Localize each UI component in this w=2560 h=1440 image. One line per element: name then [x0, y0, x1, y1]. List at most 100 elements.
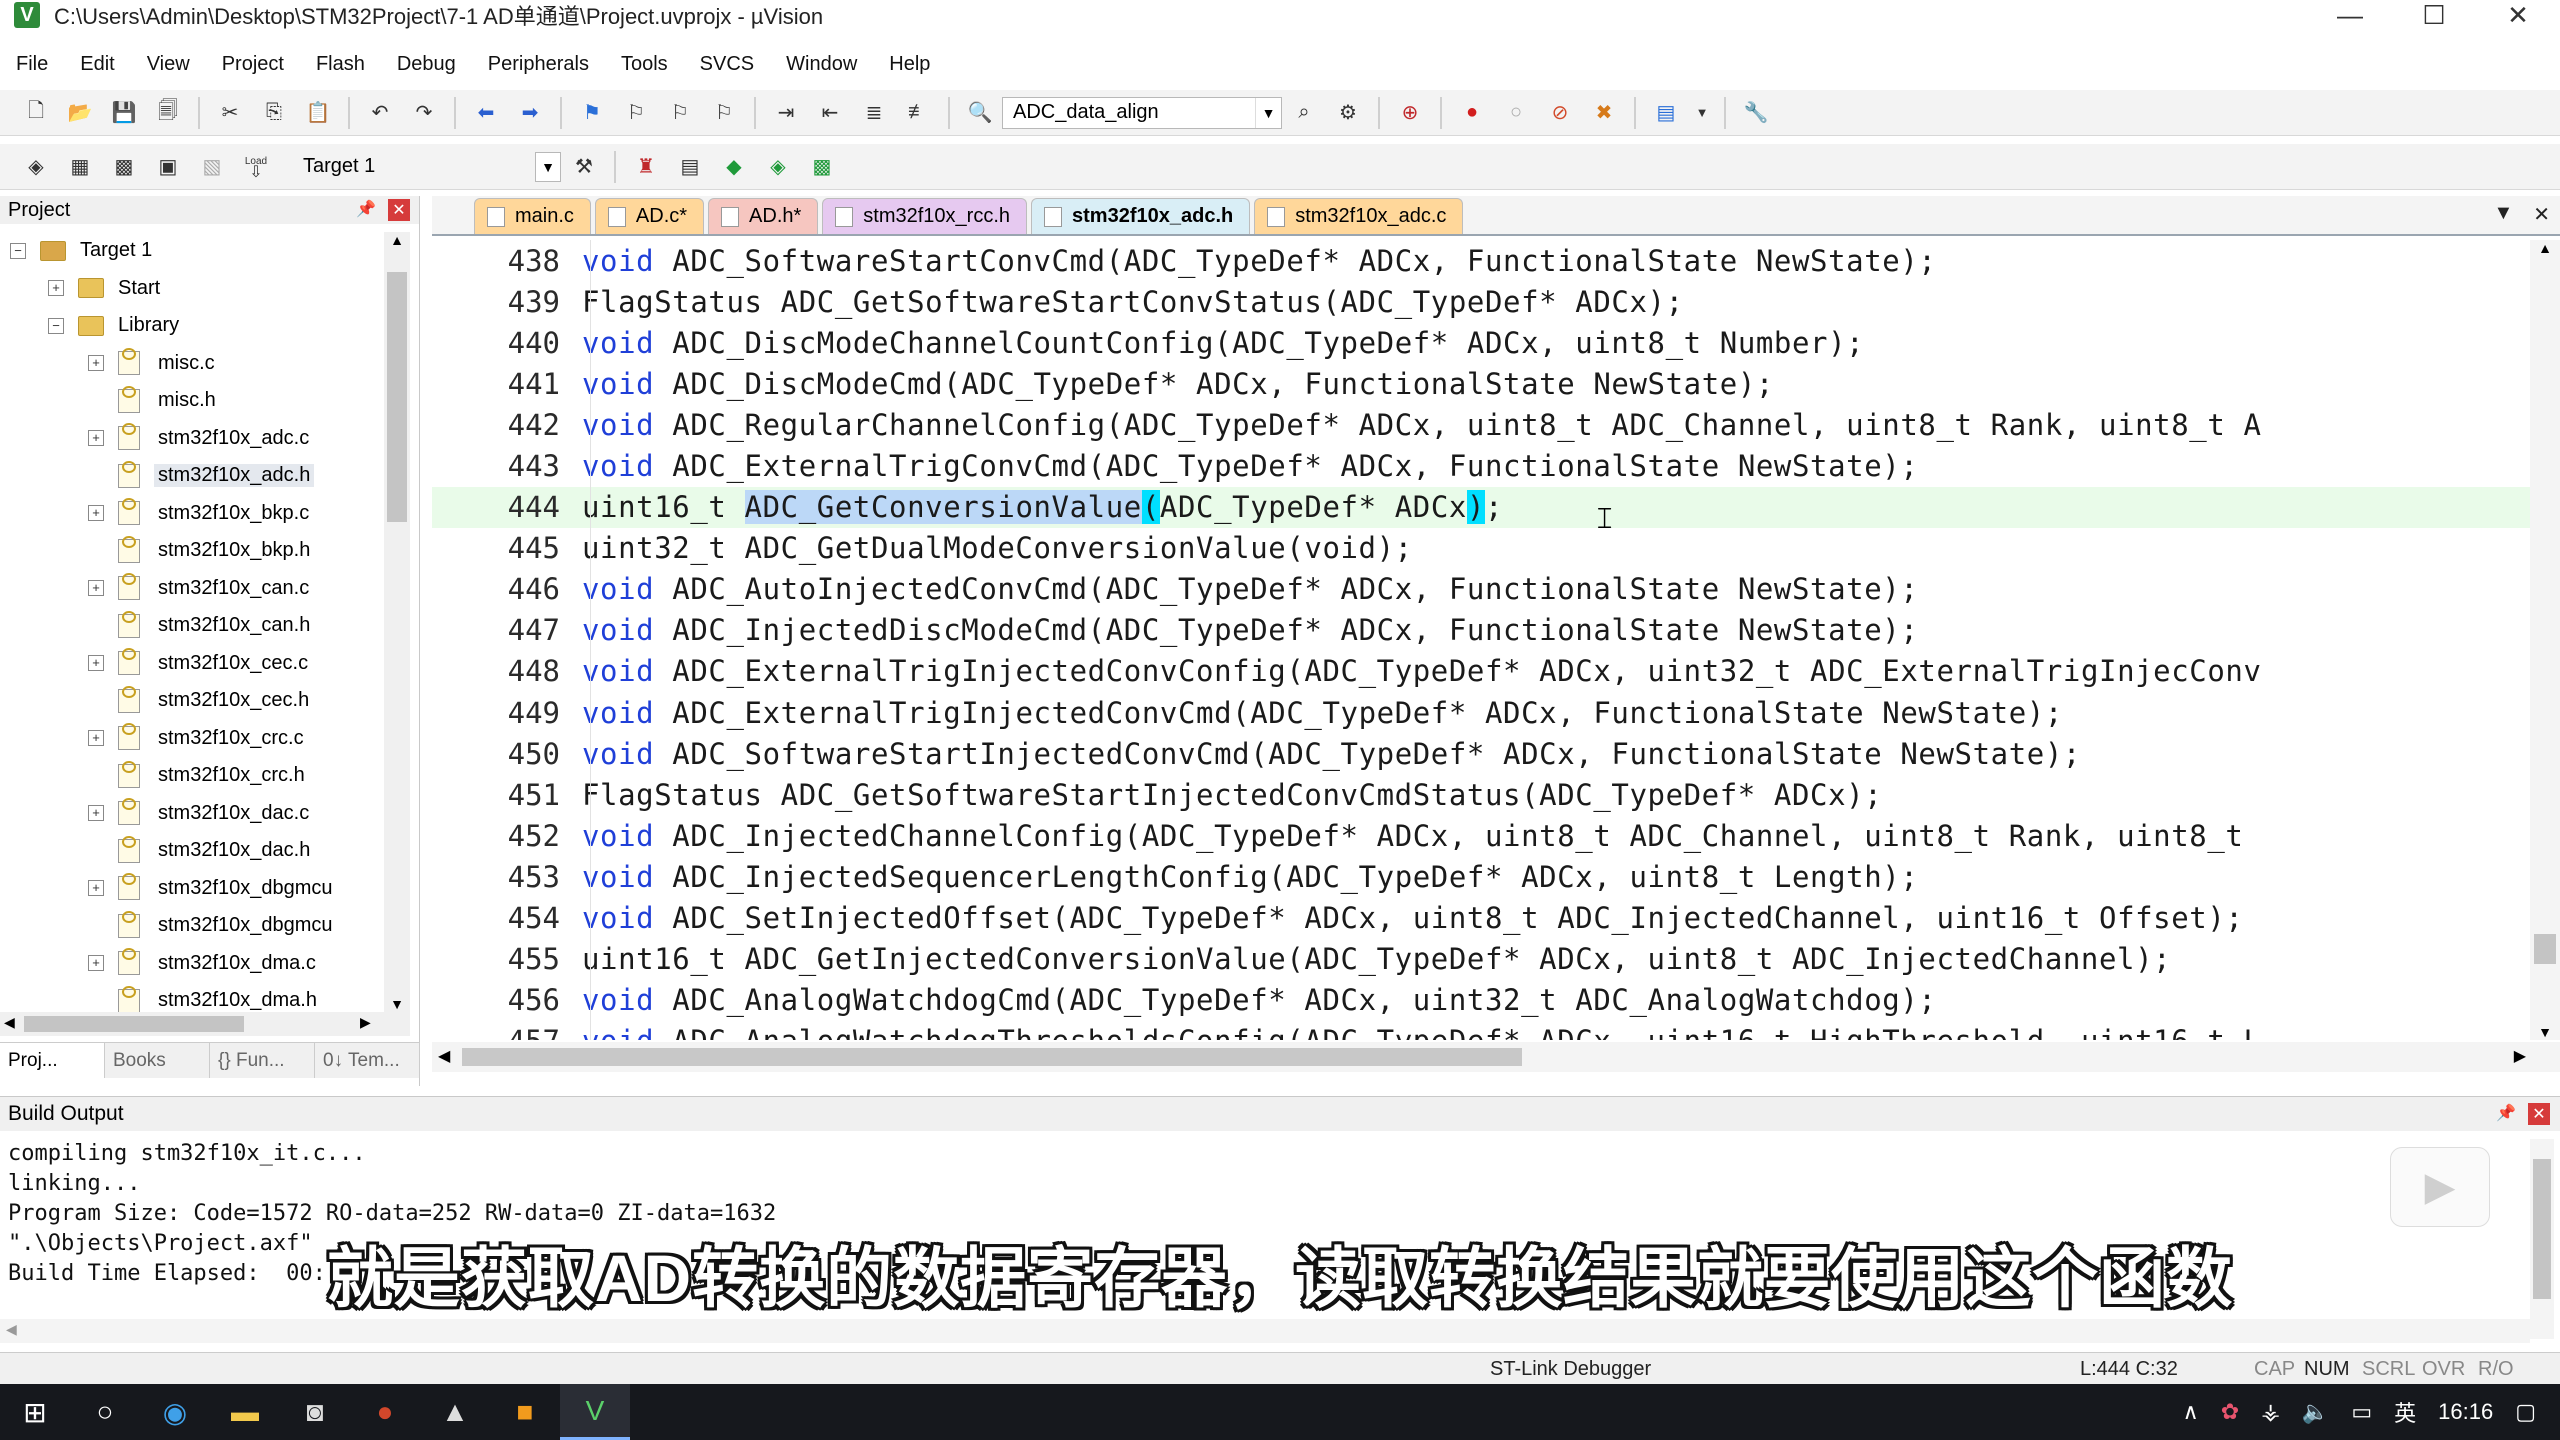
- chevron-down-icon[interactable]: ▼: [1693, 96, 1711, 130]
- editor-tab[interactable]: stm32f10x_adc.c: [1254, 198, 1464, 234]
- code-line[interactable]: 439 FlagStatus ADC_GetSoftwareStartConvSt…: [432, 281, 2530, 322]
- tree-item[interactable]: + misc.c: [0, 345, 400, 383]
- menu-svcs[interactable]: SVCS: [684, 53, 770, 76]
- code-line[interactable]: 443 void ADC_ExternalTrigConvCmd(ADC_Type…: [432, 445, 2530, 486]
- tree-item[interactable]: stm32f10x_cec.h: [0, 682, 400, 720]
- debug-session-icon[interactable]: ⊕: [1393, 96, 1427, 130]
- pin-icon[interactable]: 📌: [356, 199, 376, 219]
- menu-project[interactable]: Project: [206, 53, 300, 76]
- scrollbar-thumb[interactable]: [387, 272, 407, 522]
- expand-icon[interactable]: +: [88, 655, 104, 672]
- tree-item[interactable]: + stm32f10x_adc.c: [0, 420, 400, 458]
- tree-item[interactable]: stm32f10x_bkp.h: [0, 532, 400, 570]
- app-icon[interactable]: ◙: [280, 1384, 350, 1440]
- menu-debug[interactable]: Debug: [381, 53, 472, 76]
- find-icon[interactable]: ⌕: [1287, 96, 1321, 130]
- bookmark-next-icon[interactable]: ⚐: [663, 96, 697, 130]
- close-icon[interactable]: ✕: [388, 199, 410, 221]
- editor-hscrollbar[interactable]: ◀ ▶: [432, 1042, 2560, 1072]
- indent-icon[interactable]: ⇥: [769, 96, 803, 130]
- editor-tab[interactable]: AD.h*: [708, 198, 819, 234]
- code-line[interactable]: 451 FlagStatus ADC_GetSoftwareStartInject…: [432, 774, 2530, 815]
- scroll-left-icon[interactable]: ◀: [6, 1321, 17, 1338]
- sublime-text-icon[interactable]: ■: [490, 1384, 560, 1440]
- project-tree-vscrollbar[interactable]: ▲ ▼: [384, 232, 410, 1012]
- breakpoint-insert-icon[interactable]: ●: [1455, 96, 1489, 130]
- scroll-right-icon[interactable]: ▶: [2514, 1046, 2526, 1066]
- expand-icon[interactable]: +: [88, 430, 104, 447]
- tree-item[interactable]: + Start: [0, 270, 400, 308]
- code-line[interactable]: 440 void ADC_DiscModeChannelCountConfig(A…: [432, 322, 2530, 363]
- tree-item[interactable]: + stm32f10x_cec.c: [0, 645, 400, 683]
- uncomment-icon[interactable]: ≢: [901, 96, 935, 130]
- menu-file[interactable]: File: [0, 53, 64, 76]
- scroll-down-icon[interactable]: ▼: [384, 996, 410, 1012]
- collapse-icon[interactable]: −: [48, 317, 64, 334]
- expand-icon[interactable]: +: [88, 505, 104, 522]
- editor-tab[interactable]: AD.c*: [594, 198, 705, 234]
- scroll-left-icon[interactable]: ◀: [4, 1014, 15, 1031]
- expand-icon[interactable]: +: [88, 730, 104, 747]
- build-output-hscrollbar[interactable]: ◀: [0, 1319, 2530, 1343]
- bookmark-insert-icon[interactable]: ⚑: [575, 96, 609, 130]
- tree-item[interactable]: stm32f10x_dbgmcu: [0, 907, 400, 945]
- breakpoint-kill-all-icon[interactable]: ✖: [1587, 96, 1621, 130]
- scroll-left-icon[interactable]: ◀: [438, 1046, 450, 1066]
- play-icon[interactable]: ▶: [2390, 1147, 2490, 1227]
- code-line[interactable]: 457void ADC_AnalogWatchdogThresholdsConf…: [432, 1021, 2530, 1040]
- expand-icon[interactable]: +: [48, 280, 64, 297]
- redo-icon[interactable]: ↷: [407, 96, 441, 130]
- wifi-icon[interactable]: ⚶: [2261, 1399, 2280, 1425]
- incremental-find-icon[interactable]: ⚙: [1331, 96, 1365, 130]
- menu-tools[interactable]: Tools: [605, 53, 684, 76]
- paste-icon[interactable]: 📋: [301, 96, 335, 130]
- chevron-down-icon[interactable]: ▼: [1255, 97, 1281, 128]
- code-line[interactable]: 447 void ADC_InjectedDiscModeCmd(ADC_Type…: [432, 610, 2530, 651]
- tree-item[interactable]: + stm32f10x_dbgmcu: [0, 870, 400, 908]
- tree-item[interactable]: misc.h: [0, 382, 400, 420]
- code-line[interactable]: 453 void ADC_InjectedSequencerLengthConfi…: [432, 856, 2530, 897]
- photos-icon[interactable]: ▲: [420, 1384, 490, 1440]
- menu-peripherals[interactable]: Peripherals: [472, 53, 605, 76]
- manage-project-items-icon[interactable]: ♜: [629, 150, 663, 184]
- scrollbar-thumb[interactable]: [24, 1016, 244, 1032]
- save-icon[interactable]: 💾: [107, 96, 141, 130]
- scroll-right-icon[interactable]: ▶: [360, 1014, 371, 1031]
- code-line[interactable]: 441 void ADC_DiscModeCmd(ADC_TypeDef* ADC…: [432, 363, 2530, 404]
- code-line[interactable]: 450 void ADC_SoftwareStartInjectedConvCmd…: [432, 733, 2530, 774]
- menu-flash[interactable]: Flash: [300, 53, 381, 76]
- target-select[interactable]: Target 1 ▼: [292, 151, 562, 183]
- tree-item[interactable]: + stm32f10x_dma.c: [0, 945, 400, 983]
- volume-icon[interactable]: 🔈: [2302, 1399, 2329, 1425]
- save-all-icon[interactable]: 🗐: [151, 96, 185, 130]
- search-icon[interactable]: ○: [70, 1384, 140, 1440]
- maximize-button[interactable]: ☐: [2392, 0, 2476, 30]
- scroll-up-icon[interactable]: ▲: [384, 232, 410, 248]
- menu-view[interactable]: View: [131, 53, 206, 76]
- navigate-back-icon[interactable]: ⬅: [469, 96, 503, 130]
- software-packs-icon[interactable]: ▩: [805, 150, 839, 184]
- bookmark-clear-icon[interactable]: ⚐: [707, 96, 741, 130]
- breakpoint-disable-all-icon[interactable]: ⊘: [1543, 96, 1577, 130]
- copy-icon[interactable]: ⎘: [257, 96, 291, 130]
- file-explorer-icon[interactable]: ▬: [210, 1384, 280, 1440]
- project-tree-hscrollbar[interactable]: ◀ ▶: [0, 1012, 410, 1036]
- comment-icon[interactable]: ≣: [857, 96, 891, 130]
- ime-indicator[interactable]: 英: [2394, 1396, 2416, 1428]
- windows-start-icon[interactable]: ⊞: [0, 1384, 70, 1440]
- close-tab-icon[interactable]: ✕: [2533, 202, 2550, 227]
- rebuild-icon[interactable]: ▩: [107, 150, 141, 184]
- expand-icon[interactable]: +: [88, 355, 104, 372]
- scrollbar-thumb[interactable]: [2534, 934, 2556, 964]
- find-combo[interactable]: ADC_data_align ▼: [1002, 96, 1282, 129]
- tab-list-dropdown-icon[interactable]: ▼: [2493, 202, 2513, 227]
- panel-tab-0[interactable]: Proj...: [0, 1043, 105, 1078]
- code-line[interactable]: 445 uint32_t ADC_GetDualModeConversionVal…: [432, 528, 2530, 569]
- cut-icon[interactable]: ✂: [213, 96, 247, 130]
- expand-icon[interactable]: +: [88, 805, 104, 822]
- stop-build-icon[interactable]: ▧: [195, 150, 229, 184]
- expand-icon[interactable]: +: [88, 955, 104, 972]
- tray-chevron-up-icon[interactable]: ∧: [2183, 1399, 2199, 1425]
- panel-tab-2[interactable]: {} Fun...: [210, 1043, 315, 1078]
- tree-item[interactable]: stm32f10x_can.h: [0, 607, 400, 645]
